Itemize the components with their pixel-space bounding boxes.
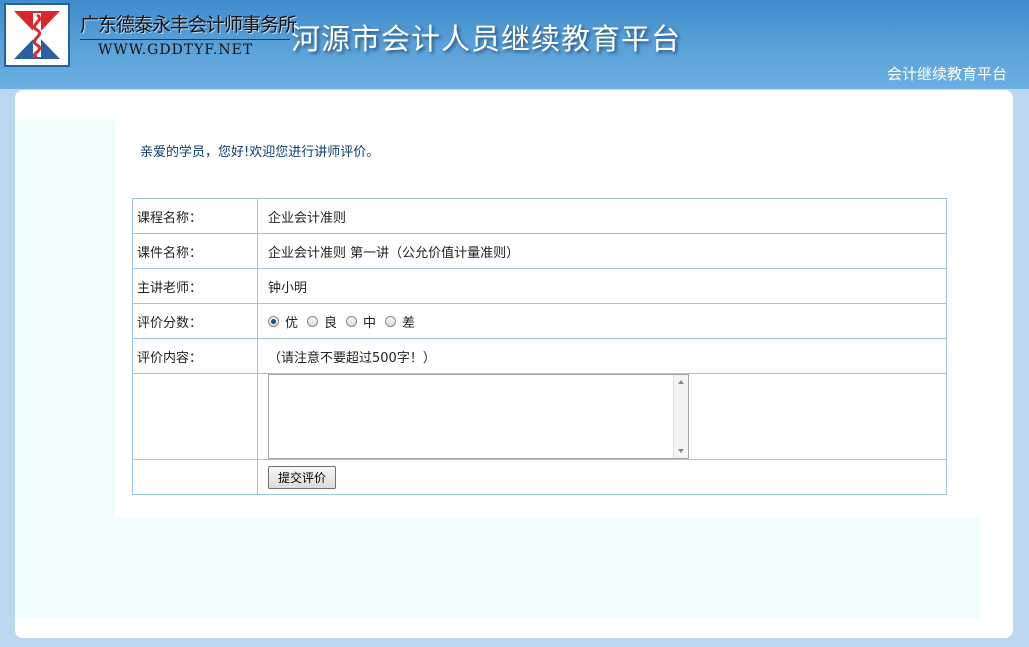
table-row: 评价内容： （请注意不要超过500字！） bbox=[132, 338, 947, 374]
firm-name: 广东德泰永丰会计师事务所 bbox=[80, 14, 297, 36]
evaluation-table: 课程名称： 企业会计准则 课件名称： 企业会计准则 第一讲（公允价值计量准则） … bbox=[132, 198, 947, 495]
content-label: 评价内容： bbox=[132, 338, 258, 374]
platform-title: 河源市会计人员继续教育平台 bbox=[291, 22, 682, 56]
textarea-scrollbar[interactable] bbox=[673, 375, 688, 458]
comment-cell bbox=[257, 373, 947, 460]
score-radio-excellent[interactable] bbox=[268, 315, 279, 327]
submit-cell: 提交评价 bbox=[257, 459, 947, 495]
score-label: 评价分数： bbox=[132, 303, 258, 339]
lesson-name-label: 课件名称： bbox=[132, 233, 258, 269]
content-hint: （请注意不要超过500字！） bbox=[257, 338, 947, 374]
score-radio-fair[interactable] bbox=[346, 315, 358, 327]
header-subtitle: 会计继续教育平台 bbox=[886, 65, 1007, 83]
comment-textarea[interactable] bbox=[268, 374, 689, 459]
score-option-label: 中 bbox=[363, 315, 377, 331]
score-option-label: 良 bbox=[324, 315, 338, 331]
firm-url: WWW.GDDTYF.NET bbox=[98, 42, 254, 58]
score-options: 优 良 中 差 bbox=[257, 303, 947, 339]
table-row: 课件名称： 企业会计准则 第一讲（公允价值计量准则） bbox=[132, 233, 947, 269]
score-radio-poor[interactable] bbox=[385, 315, 397, 327]
table-row: 课程名称： 企业会计准则 bbox=[132, 198, 947, 234]
teacher-label: 主讲老师： bbox=[132, 268, 258, 304]
empty-cell bbox=[132, 373, 258, 460]
table-row: 评价分数： 优 良 中 差 bbox=[132, 303, 947, 339]
firm-logo-icon bbox=[6, 5, 68, 65]
main-panel: 亲爱的学员，您好!欢迎您进行讲师评价。 课程名称： 企业会计准则 课件名称： 企… bbox=[15, 90, 1013, 638]
submit-evaluation-button[interactable]: 提交评价 bbox=[268, 465, 337, 489]
score-radio-good[interactable] bbox=[307, 315, 319, 327]
score-option-label: 优 bbox=[285, 315, 299, 331]
empty-cell bbox=[132, 459, 258, 495]
teacher-value: 钟小明 bbox=[257, 268, 947, 304]
greeting-text: 亲爱的学员，您好!欢迎您进行讲师评价。 bbox=[140, 145, 380, 160]
table-row: 提交评价 bbox=[132, 459, 947, 495]
panel-shade-bottom bbox=[15, 518, 980, 618]
score-option-label: 差 bbox=[402, 315, 416, 331]
table-row bbox=[132, 373, 947, 460]
site-header: 广东德泰永丰会计师事务所 WWW.GDDTYF.NET 河源市会计人员继续教育平… bbox=[0, 0, 1029, 89]
lesson-name-value: 企业会计准则 第一讲（公允价值计量准则） bbox=[257, 233, 947, 269]
firm-logo bbox=[4, 3, 70, 67]
course-name-label: 课程名称： bbox=[132, 198, 258, 234]
scroll-down-icon[interactable] bbox=[678, 449, 684, 453]
scroll-up-icon[interactable] bbox=[678, 380, 684, 384]
table-row: 主讲老师： 钟小明 bbox=[132, 268, 947, 304]
course-name-value: 企业会计准则 bbox=[257, 198, 947, 234]
firm-divider bbox=[80, 39, 290, 40]
